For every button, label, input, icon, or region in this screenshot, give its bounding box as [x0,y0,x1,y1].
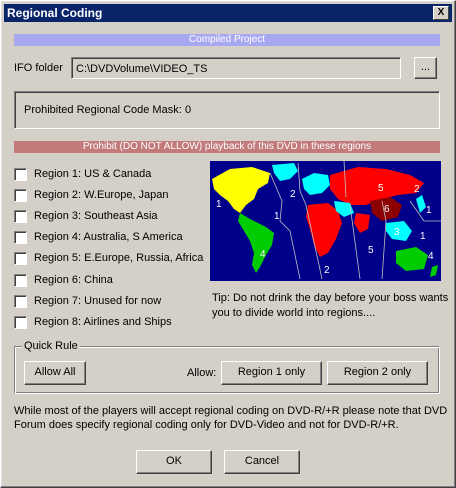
tip-line-2: you to divide world into regions.... [212,307,376,319]
map-number-1c: 1 [426,205,432,216]
region-1-label: Region 1: US & Canada [34,168,152,180]
dvd-note-line-1: While most of the players will accept re… [14,405,448,417]
region-4-label: Region 4: Australia, S America [34,231,183,243]
map-number-5a: 5 [378,183,384,194]
region-3-label: Region 3: Southeast Asia [34,210,158,222]
region-1-checkbox[interactable] [14,168,27,181]
mask-label: Prohibited Regional Code Mask: [24,104,182,116]
dvd-note-line-2: Forum does specify regional coding only … [14,419,399,431]
region-2-only-button[interactable]: Region 2 only [327,361,428,385]
compiled-project-header: Compiled Project [14,34,440,46]
region-2-checkbox[interactable] [14,189,27,202]
map-number-2a: 2 [290,189,296,200]
map-number-1d: 1 [420,231,426,242]
ifo-folder-field[interactable]: C:\DVDVolume\VIDEO_TS [71,57,401,79]
allow-label: Allow: [187,367,217,379]
allow-all-button[interactable]: Allow All [24,361,86,385]
region-2-label: Region 2: W.Europe, Japan [34,189,169,201]
ifo-folder-label: IFO folder [14,62,63,74]
region-6-checkbox[interactable] [14,274,27,287]
region-3-checkbox[interactable] [14,210,27,223]
ok-button[interactable]: OK [136,450,212,474]
mask-value: 0 [185,104,192,116]
region-7-label: Region 7: Unused for now [34,295,162,307]
region-8-label: Region 8: Airlines and Ships [34,316,172,328]
map-number-4b: 4 [428,251,434,262]
tip-line-1: Tip: Do not drink the day before your bo… [212,292,449,304]
region-5-label: Region 5: E.Europe, Russia, Africa [34,252,204,264]
region-5-checkbox[interactable] [14,252,27,265]
region-1-only-button[interactable]: Region 1 only [221,361,322,385]
region-4-checkbox[interactable] [14,231,27,244]
region-8-checkbox[interactable] [14,316,27,329]
window-title: Regional Coding [7,6,103,20]
map-number-4a: 4 [260,249,266,260]
title-bar: Regional Coding X [4,4,452,22]
region-6-label: Region 6: China [34,274,113,286]
map-number-6: 6 [384,204,390,215]
region-7-checkbox[interactable] [14,295,27,308]
map-number-2c: 2 [324,265,330,276]
cancel-button[interactable]: Cancel [224,450,300,474]
browse-button[interactable]: ... [414,57,437,79]
map-number-1b: 1 [274,211,280,222]
close-button[interactable]: X [433,6,449,20]
map-number-2b: 2 [414,184,420,195]
prohibit-header: Prohibit (DO NOT ALLOW) playback of this… [14,141,440,153]
map-number-3: 3 [394,227,400,238]
map-number-1a: 1 [216,199,222,210]
map-number-5b: 5 [368,245,374,256]
world-region-map: 1 2 1 5 6 2 1 3 1 4 5 2 4 [210,161,441,281]
quick-rule-label: Quick Rule [22,340,80,352]
